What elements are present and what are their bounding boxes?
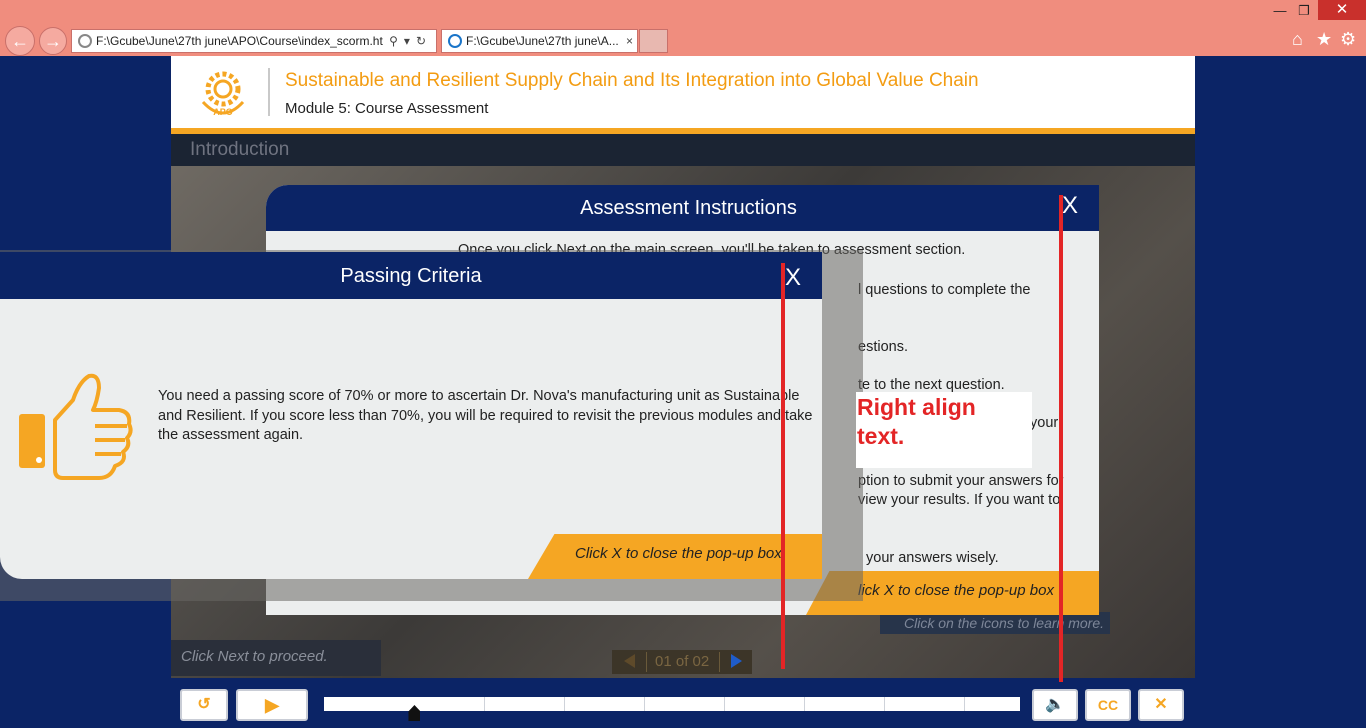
play-icon: ▶ [265, 695, 279, 715]
favorites-icon[interactable]: ★ [1316, 29, 1332, 50]
progress-tick [644, 697, 645, 711]
audio-button[interactable]: 🔈 [1032, 689, 1078, 721]
instruction-line: estions. [858, 339, 908, 355]
passing-criteria-text: You need a passing score of 70% or more … [158, 388, 813, 443]
browser-tab[interactable]: F:\Gcube\June\27th june\A... × [441, 29, 638, 53]
modal-title: Passing Criteria [340, 265, 482, 287]
instruction-line: view your results. If you want to [858, 492, 1061, 508]
section-title: Introduction [190, 139, 290, 160]
passing-footer-text: Click X to close the pop-up box [575, 545, 782, 562]
tab-title: F:\Gcube\June\27th june\A... [466, 34, 619, 48]
apo-logo: APO [201, 71, 245, 117]
section-bar [171, 134, 1195, 166]
modal-header: Passing Criteria [0, 252, 822, 299]
assessment-close-button[interactable]: X [1062, 192, 1078, 220]
click-icons-text: Click on the icons to learn more. [880, 612, 1110, 634]
progress-tick [884, 697, 885, 711]
play-button[interactable]: ▶ [236, 689, 308, 721]
course-title: Sustainable and Resilient Supply Chain a… [285, 70, 979, 91]
page-icon [78, 34, 92, 48]
pager-text: 01 of 02 [655, 653, 710, 670]
exit-button[interactable]: ↺ [180, 689, 228, 721]
pager-divider [719, 652, 720, 672]
speaker-icon: 🔈 [1045, 696, 1065, 713]
address-bar[interactable]: F:\Gcube\June\27th june\APO\Course\index… [71, 29, 437, 53]
modal-header: Assessment Instructions [266, 185, 1099, 231]
tab-close-icon[interactable]: × [626, 30, 633, 52]
address-actions[interactable]: ⚲▾↻ [389, 30, 432, 52]
home-icon[interactable]: ⌂ [1292, 29, 1303, 50]
course-header [171, 56, 1195, 128]
progress-tick [804, 697, 805, 711]
module-title: Module 5: Course Assessment [285, 100, 489, 117]
ie-icon [448, 34, 462, 48]
instruction-line: te to the next question. [858, 377, 1005, 393]
close-course-button[interactable]: ✕ [1138, 689, 1184, 721]
logo-divider [268, 68, 270, 116]
passing-close-button[interactable]: X [785, 264, 801, 292]
restore-button[interactable]: ❐ [1290, 0, 1318, 22]
back-button[interactable]: ← [5, 26, 35, 56]
instruction-line: your [1030, 415, 1059, 431]
exit-icon: ↺ [197, 696, 211, 713]
progress-tick [564, 697, 565, 711]
assessment-footer-text: lick X to close the pop-up box [858, 582, 1054, 599]
annotation-line [1059, 195, 1063, 728]
thumbs-up-icon [19, 373, 133, 480]
address-url: F:\Gcube\June\27th june\APO\Course\index… [96, 34, 383, 48]
instruction-line: ption to submit your answers for [858, 473, 1064, 489]
click-next-text: Click Next to proceed. [181, 648, 328, 665]
logo-text: APO [213, 107, 233, 117]
prev-page-icon[interactable] [624, 654, 635, 668]
modal-title: Assessment Instructions [580, 197, 797, 219]
progress-tick [724, 697, 725, 711]
pager-divider [646, 652, 647, 672]
window-close-button[interactable]: ✕ [1318, 0, 1366, 20]
progress-track[interactable] [324, 697, 1020, 711]
annotation-line [781, 263, 785, 669]
cc-button[interactable]: CC [1085, 689, 1131, 721]
instruction-line: your answers wisely. [866, 550, 999, 566]
instruction-line: l questions to complete the [858, 282, 1031, 298]
settings-gear-icon[interactable]: ⚙ [1340, 29, 1356, 50]
new-tab-button[interactable] [639, 29, 668, 53]
annotation-text: Right align text. [857, 394, 976, 449]
forward-button[interactable]: → [39, 27, 67, 55]
progress-tick [484, 697, 485, 711]
next-page-icon[interactable] [731, 654, 742, 668]
progress-tick [964, 697, 965, 711]
